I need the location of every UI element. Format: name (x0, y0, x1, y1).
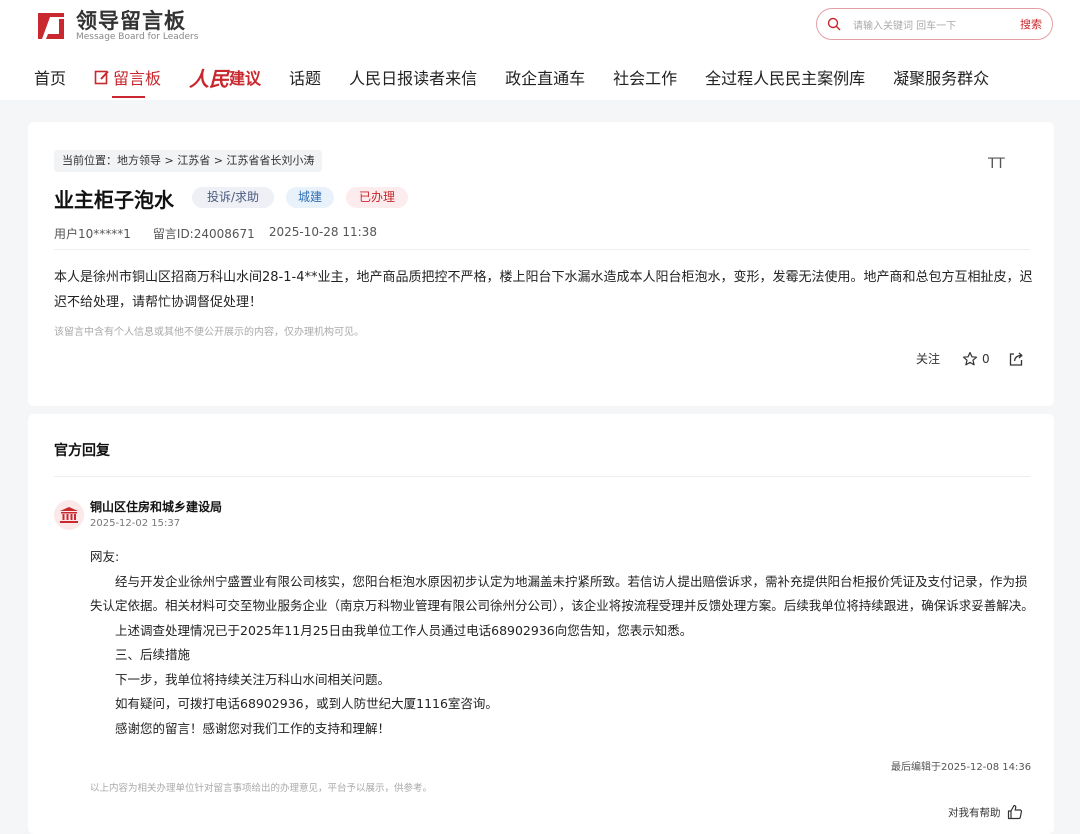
government-building-icon (54, 500, 84, 530)
nav-item-social-work[interactable]: 社会工作 (613, 64, 677, 90)
breadcrumb: 当前位置：地方领导 > 江苏省 > 江苏省省长刘小涛 (54, 150, 323, 172)
page-title: 业主柜子泡水 (54, 188, 174, 212)
divider (54, 249, 1030, 250)
nav-item-topics[interactable]: 话题 (289, 64, 321, 90)
last-edited: 最后编辑于2025-12-08 14:36 (891, 762, 1032, 773)
reply-paragraph: 如有疑问，可拨打电话68902936，或到人防世纪大厦1116室咨询。 (115, 696, 498, 711)
helpful-button[interactable]: 对我有帮助 (948, 804, 1023, 820)
logo-subtitle: Message Board for Leaders (76, 32, 199, 42)
nav-item-democracy-cases[interactable]: 全过程人民民主案例库 (705, 64, 865, 90)
logo-mark-icon (34, 9, 70, 43)
section-title: 官方回复 (54, 443, 110, 459)
reply-paragraph: 下一步，我单位将持续关注万科山水间相关问题。 (115, 671, 391, 687)
tag-category: 投诉/求助 (192, 187, 274, 208)
site-header: 领导留言板 Message Board for Leaders 请输入关键词 回… (0, 0, 1080, 100)
official-reply-card: 官方回复 铜山区住房和城乡建设局 2025-12-02 15:37 网友: 经与… (28, 414, 1054, 834)
people-suggestion-label: 建议 (229, 69, 262, 88)
reply-paragraph: 上述调查处理情况已于2025年11月25日由我单位工作人员通过电话6890293… (115, 622, 693, 638)
nav-item-message-board[interactable]: 留言板 (94, 64, 161, 98)
reply-content: 网友: 经与开发企业徐州宁盛置业有限公司核实，您阳台柜泡水原因初步认定为地漏盖未… (90, 545, 1034, 741)
status-badge: 已办理 (346, 187, 408, 208)
helpful-label: 对我有帮助 (948, 806, 1001, 819)
reply-paragraph: 感谢您的留言！感谢您对我们工作的支持和理解！ (115, 720, 391, 736)
logo-title: 领导留言板 (76, 9, 186, 33)
star-button[interactable]: 0 (962, 351, 990, 367)
thumbs-up-icon (1007, 804, 1022, 820)
star-count: 0 (982, 351, 990, 366)
share-icon[interactable] (1008, 351, 1024, 367)
divider (54, 476, 1030, 477)
people-suggestion-logo-text: 人民 (189, 66, 230, 91)
search-icon (827, 17, 841, 31)
privacy-note: 该留言中含有个人信息或其他不便公开展示的内容，仅办理机构可见。 (54, 327, 364, 338)
user-name: 用户10*****1 (54, 227, 131, 241)
message-content: 本人是徐州市铜山区招商万科山水间28-1-4**业主，地产商品质把控不严格，楼上… (54, 270, 1033, 310)
org-name: 铜山区住房和城乡建设局 (90, 500, 223, 514)
nav-item-people-suggestion[interactable]: 人民 建议 (189, 64, 262, 91)
star-icon (962, 351, 978, 365)
follow-button[interactable]: 关注 (916, 350, 940, 367)
message-id: 留言ID:24008671 (152, 227, 255, 241)
message-meta: 用户10*****1 留言ID:24008671 2025-10-28 11:3… (54, 225, 377, 242)
search-input[interactable]: 请输入关键词 回车一下 (853, 17, 1020, 32)
edit-icon (94, 70, 109, 85)
reply-date: 2025-12-02 15:37 (90, 518, 181, 529)
message-card: 当前位置：地方领导 > 江苏省 > 江苏省省长刘小涛 TT 业主柜子泡水 投诉/… (28, 122, 1054, 406)
reply-paragraph: 经与开发企业徐州宁盛置业有限公司核实，您阳台柜泡水原因初步认定为地漏盖未拧紧所致… (90, 573, 1034, 614)
reply-greeting: 网友: (90, 549, 120, 564)
search-button[interactable]: 搜索 (1020, 16, 1042, 32)
reply-paragraph: 三、后续措施 (115, 647, 191, 662)
tag-domain: 城建 (286, 187, 334, 208)
site-logo[interactable]: 领导留言板 Message Board for Leaders (34, 8, 198, 44)
main-nav: 首页 留言板 人民 建议 话题 人民日报读者来信 政企直通车 社会工作 全过程人民… (34, 64, 1017, 98)
search-box[interactable]: 请输入关键词 回车一下 搜索 (816, 8, 1053, 40)
nav-item-gov-business[interactable]: 政企直通车 (505, 64, 585, 90)
disclaimer: 以上内容为相关办理单位针对留言事项给出的办理意见，平台予以展示，供参考。 (90, 783, 433, 794)
nav-item-readers-letters[interactable]: 人民日报读者来信 (349, 64, 477, 90)
nav-item-home[interactable]: 首页 (34, 64, 66, 90)
message-actions: 关注 0 (916, 350, 1024, 367)
message-datetime: 2025-10-28 11:38 (268, 225, 377, 239)
nav-item-serve-masses[interactable]: 凝聚服务群众 (893, 64, 989, 90)
font-size-toggle-icon[interactable]: TT (988, 156, 1005, 172)
